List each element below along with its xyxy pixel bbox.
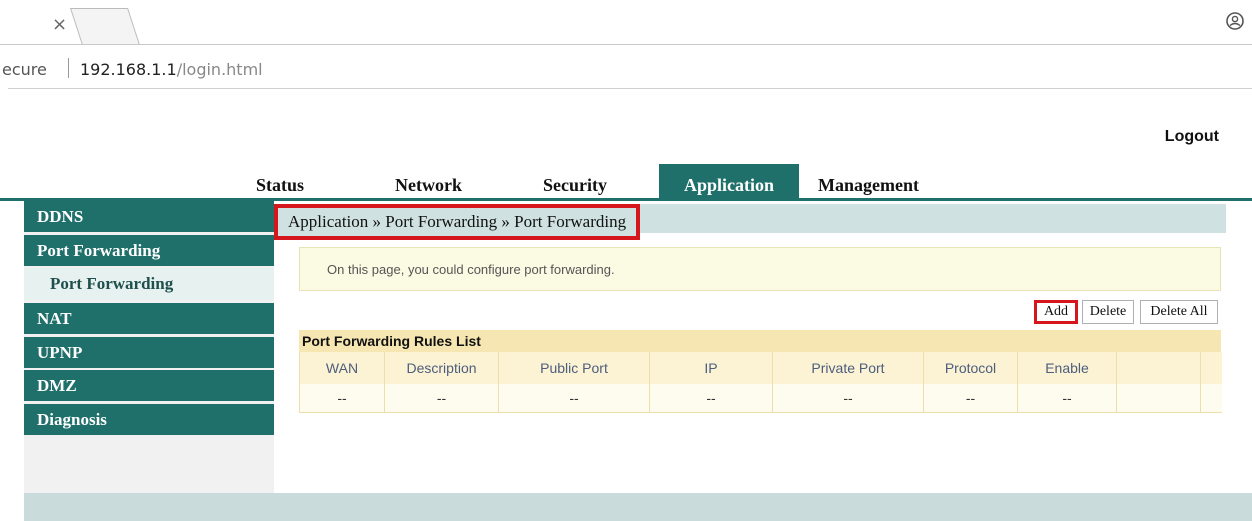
sidebar-item-nat[interactable]: NAT: [24, 303, 274, 334]
column-header: Protocol: [923, 352, 1018, 384]
column-header: Public Port: [498, 352, 650, 384]
url-path: /login.html: [176, 60, 263, 79]
tab-network[interactable]: Network: [395, 164, 462, 198]
table-header-row: WAN Description Public Port IP Private P…: [299, 352, 1222, 384]
logout-link[interactable]: Logout: [1165, 128, 1219, 146]
footer-bar: [24, 493, 1252, 521]
address-bar[interactable]: ecure 192.168.1.1/login.html: [0, 46, 1252, 90]
table-cell: [1200, 384, 1222, 413]
tab-management[interactable]: Management: [818, 164, 919, 198]
url-host: 192.168.1.1: [80, 60, 177, 79]
info-message: On this page, you could configure port f…: [299, 247, 1221, 291]
rules-table: WAN Description Public Port IP Private P…: [299, 352, 1222, 413]
profile-icon[interactable]: [1226, 12, 1244, 30]
table-cell: [1116, 384, 1201, 413]
column-header: Description: [384, 352, 499, 384]
top-navigation: Status Network Security Application Mana…: [0, 164, 1252, 200]
column-header: Enable: [1017, 352, 1117, 384]
tab-application[interactable]: Application: [659, 164, 799, 198]
close-tab-icon[interactable]: ×: [52, 14, 67, 35]
url-text[interactable]: 192.168.1.1/login.html: [80, 60, 263, 79]
tab-status[interactable]: Status: [256, 164, 304, 198]
sidebar: DDNS Port Forwarding Port Forwarding NAT…: [24, 201, 274, 493]
table-cell: --: [1017, 384, 1117, 413]
delete-all-button[interactable]: Delete All: [1140, 300, 1218, 324]
sidebar-item-port-forwarding[interactable]: Port Forwarding: [24, 235, 274, 266]
column-header: [1116, 352, 1201, 384]
breadcrumb: Application » Port Forwarding » Port For…: [274, 204, 641, 240]
table-cell: --: [384, 384, 499, 413]
tab-security[interactable]: Security: [543, 164, 607, 198]
column-header: IP: [649, 352, 773, 384]
security-indicator[interactable]: ecure: [2, 60, 47, 79]
address-separator: [68, 58, 69, 78]
browser-tabstrip: ×: [0, 0, 1252, 46]
table-cell: --: [498, 384, 650, 413]
table-cell: --: [649, 384, 773, 413]
rules-list-title: Port Forwarding Rules List: [299, 330, 1221, 352]
column-header: [1200, 352, 1222, 384]
sidebar-item-diagnosis[interactable]: Diagnosis: [24, 404, 274, 435]
sidebar-item-dmz[interactable]: DMZ: [24, 370, 274, 401]
sidebar-item-upnp[interactable]: UPNP: [24, 337, 274, 368]
table-row: -- -- -- -- -- -- --: [299, 384, 1222, 413]
sidebar-subitem-port-forwarding[interactable]: Port Forwarding: [24, 268, 274, 300]
column-header: WAN: [299, 352, 385, 384]
table-cell: --: [772, 384, 924, 413]
delete-button[interactable]: Delete: [1082, 300, 1134, 324]
table-cell: --: [299, 384, 385, 413]
tabstrip-divider: [0, 44, 1252, 45]
column-header: Private Port: [772, 352, 924, 384]
new-tab-button[interactable]: [69, 8, 141, 45]
sidebar-item-ddns[interactable]: DDNS: [24, 201, 274, 232]
add-button[interactable]: Add: [1034, 300, 1078, 324]
address-divider: [8, 88, 1252, 89]
table-cell: --: [923, 384, 1018, 413]
